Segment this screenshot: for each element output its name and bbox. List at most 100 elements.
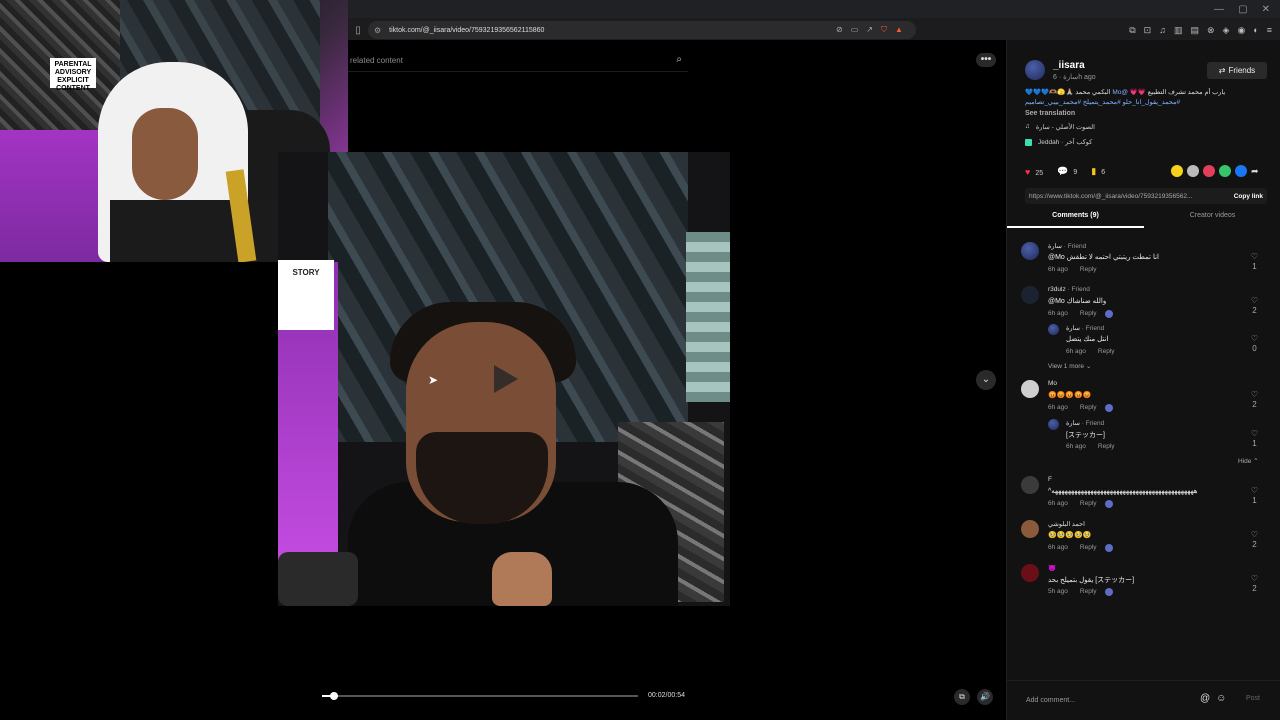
comment-like-button[interactable]: ♡ 0 xyxy=(1251,334,1258,354)
extension-icon[interactable]: ⧉ xyxy=(1129,25,1135,36)
wallet-icon[interactable]: ▤ xyxy=(1190,25,1199,36)
brave-rewards-icon[interactable]: ▲ xyxy=(895,25,903,35)
no-video-icon[interactable]: ⊘ xyxy=(836,25,843,35)
location-name[interactable]: Jeddah · كوكب آخر xyxy=(1038,138,1092,146)
more-options-button[interactable]: ••• xyxy=(976,53,996,67)
commenter-avatar[interactable] xyxy=(1021,564,1039,582)
commenter-name[interactable]: r3dulz · Friend xyxy=(1048,286,1090,293)
commenter-name[interactable]: سارة · Friend xyxy=(1066,324,1104,332)
reply-button[interactable]: Reply xyxy=(1098,443,1115,450)
location-row[interactable]: Jeddah · كوكب آخر xyxy=(1025,138,1092,146)
copy-link-button[interactable]: Copy link xyxy=(1234,193,1263,200)
reply-button[interactable]: Reply xyxy=(1098,348,1115,355)
progress-handle[interactable] xyxy=(329,692,338,700)
comment-like-button[interactable]: ♡ 1 xyxy=(1251,252,1258,272)
commenter-avatar[interactable] xyxy=(1021,476,1039,494)
address-bar[interactable]: ⚙ tiktok.com/@_iisara/video/759321935656… xyxy=(368,21,916,39)
commenter-name[interactable]: 😈 xyxy=(1048,564,1056,572)
tab-creator-videos[interactable]: Creator videos xyxy=(1144,212,1280,228)
add-comment-input[interactable]: Add comment... xyxy=(1026,697,1075,704)
share-link-text[interactable]: https://www.tiktok.com/@_iisara/video/75… xyxy=(1029,193,1192,200)
volume-icon[interactable]: 🔊 xyxy=(977,689,993,705)
sound-name[interactable]: الصوت الأصلي - سارة xyxy=(1036,123,1095,131)
sidebar-icon[interactable]: ▥ xyxy=(1174,25,1183,36)
see-translation-link[interactable]: See translation xyxy=(1025,110,1075,117)
tab-comments[interactable]: Comments (9) xyxy=(1007,212,1144,228)
friends-button[interactable]: ⇄ Friends xyxy=(1207,62,1267,79)
comment-like-button[interactable]: ♡ 2 xyxy=(1251,390,1258,410)
next-video-button[interactable]: ⌄ xyxy=(976,370,996,390)
pip-icon[interactable]: ⧉ xyxy=(954,689,970,705)
comment-like-button[interactable]: ♡ 2 xyxy=(1251,530,1258,550)
window-controls: — ▢ ✕ xyxy=(348,0,1280,18)
comment-like-button[interactable]: ♡ 2 xyxy=(1251,574,1258,594)
menu-icon[interactable]: ≡ xyxy=(1267,25,1272,36)
commenter-avatar[interactable] xyxy=(1021,286,1039,304)
share-facebook-icon[interactable] xyxy=(1235,165,1247,177)
comment-like-button[interactable]: ♡ 2 xyxy=(1251,296,1258,316)
leo-icon[interactable]: ◐ xyxy=(1253,25,1258,36)
reply-button[interactable]: Reply xyxy=(1080,404,1097,412)
related-search[interactable]: related content ⌕ xyxy=(348,50,688,72)
reply-button[interactable]: Reply xyxy=(1080,310,1097,318)
commenter-name[interactable]: Mo xyxy=(1048,380,1057,387)
video-poster: STORY xyxy=(278,260,334,330)
commenter-avatar[interactable] xyxy=(1021,242,1039,260)
play-icon[interactable] xyxy=(494,365,518,393)
commenter-avatar[interactable] xyxy=(1048,324,1059,335)
commenter-name[interactable]: سارة · Friend xyxy=(1048,242,1086,250)
share-repost-icon[interactable] xyxy=(1171,165,1183,177)
commenter-name[interactable]: سارة · Friend xyxy=(1066,419,1104,427)
extension-icon[interactable]: ⊡ xyxy=(1144,25,1152,36)
vpn-icon[interactable]: ◉ xyxy=(1237,25,1245,36)
commenter-name[interactable]: احمد البلوشي xyxy=(1048,520,1085,528)
comment-like-button[interactable]: ♡ 1 xyxy=(1251,429,1258,449)
author-username[interactable]: _iisara xyxy=(1053,60,1096,71)
action-bar: ♥ 25 💬 9 ▮ 6 xyxy=(1025,166,1105,177)
media-icon[interactable]: ♫ xyxy=(1159,25,1166,36)
author-block[interactable]: _iisara سارة · 6h ago xyxy=(1025,60,1096,81)
share-page-icon[interactable]: ↗ xyxy=(866,25,873,35)
url-text[interactable]: tiktok.com/@_iisara/video/75932193565621… xyxy=(389,27,544,34)
author-avatar[interactable] xyxy=(1025,60,1045,80)
minimize-button[interactable]: — xyxy=(1214,4,1224,15)
comment-button[interactable]: 💬 9 xyxy=(1057,166,1077,177)
emoji-icon[interactable]: ☺ xyxy=(1216,693,1226,704)
commenter-avatar[interactable] xyxy=(1048,419,1059,430)
reply-button[interactable]: Reply xyxy=(1080,266,1097,273)
address-bar-actions: ⊘ ▭ ↗ ⛉ ▲ xyxy=(836,25,903,35)
mention-link[interactable]: @Mo xyxy=(1112,89,1128,96)
maximize-button[interactable]: ▢ xyxy=(1238,4,1247,15)
close-window-button[interactable]: ✕ xyxy=(1262,4,1270,15)
save-button[interactable]: ▮ 6 xyxy=(1091,166,1105,177)
share-whatsapp-icon[interactable] xyxy=(1219,165,1231,177)
hashtags[interactable]: #محمد_يقول_انا_حلو #محمد_يتميلح #محمد_بي… xyxy=(1025,99,1180,106)
sound-row[interactable]: ♫ الصوت الأصلي - سارة xyxy=(1025,123,1095,131)
comment-meta: 6h ago Reply xyxy=(1066,443,1115,450)
cast-icon[interactable]: ▭ xyxy=(851,25,859,35)
commenter-name[interactable]: F xyxy=(1048,476,1052,483)
brave-shields-icon[interactable]: ⛉ xyxy=(881,25,887,35)
extension-icon[interactable]: ⊗ xyxy=(1207,25,1215,36)
share-pinterest-icon[interactable] xyxy=(1203,165,1215,177)
share-friend-icon[interactable] xyxy=(1187,165,1199,177)
comment-like-button[interactable]: ♡ 1 xyxy=(1251,486,1258,506)
commenter-avatar[interactable] xyxy=(1021,520,1039,538)
like-button[interactable]: ♥ 25 xyxy=(1025,167,1043,177)
post-comment-button[interactable]: Post xyxy=(1246,695,1260,702)
bookmark-icon[interactable]: ▯ xyxy=(348,25,368,36)
mention-icon[interactable]: @ xyxy=(1200,693,1210,704)
search-icon[interactable]: ⌕ xyxy=(676,54,682,65)
hide-replies-link[interactable]: Hide ⌃ xyxy=(1238,457,1259,465)
reply-button[interactable]: Reply xyxy=(1080,588,1097,596)
progress-bar[interactable] xyxy=(322,692,638,700)
extension-icon[interactable]: ◈ xyxy=(1223,25,1230,36)
commenter-avatar[interactable] xyxy=(1021,380,1039,398)
share-more-icon[interactable]: ➦ xyxy=(1251,165,1263,177)
reply-button[interactable]: Reply xyxy=(1080,544,1097,552)
reply-button[interactable]: Reply xyxy=(1080,500,1097,508)
view-more-replies[interactable]: View 1 more ⌄ xyxy=(1048,362,1091,370)
comment-text: انتل منك يتضل xyxy=(1066,336,1109,343)
site-info-icon[interactable]: ⚙ xyxy=(374,26,381,35)
related-search-placeholder[interactable]: related content xyxy=(350,56,403,65)
